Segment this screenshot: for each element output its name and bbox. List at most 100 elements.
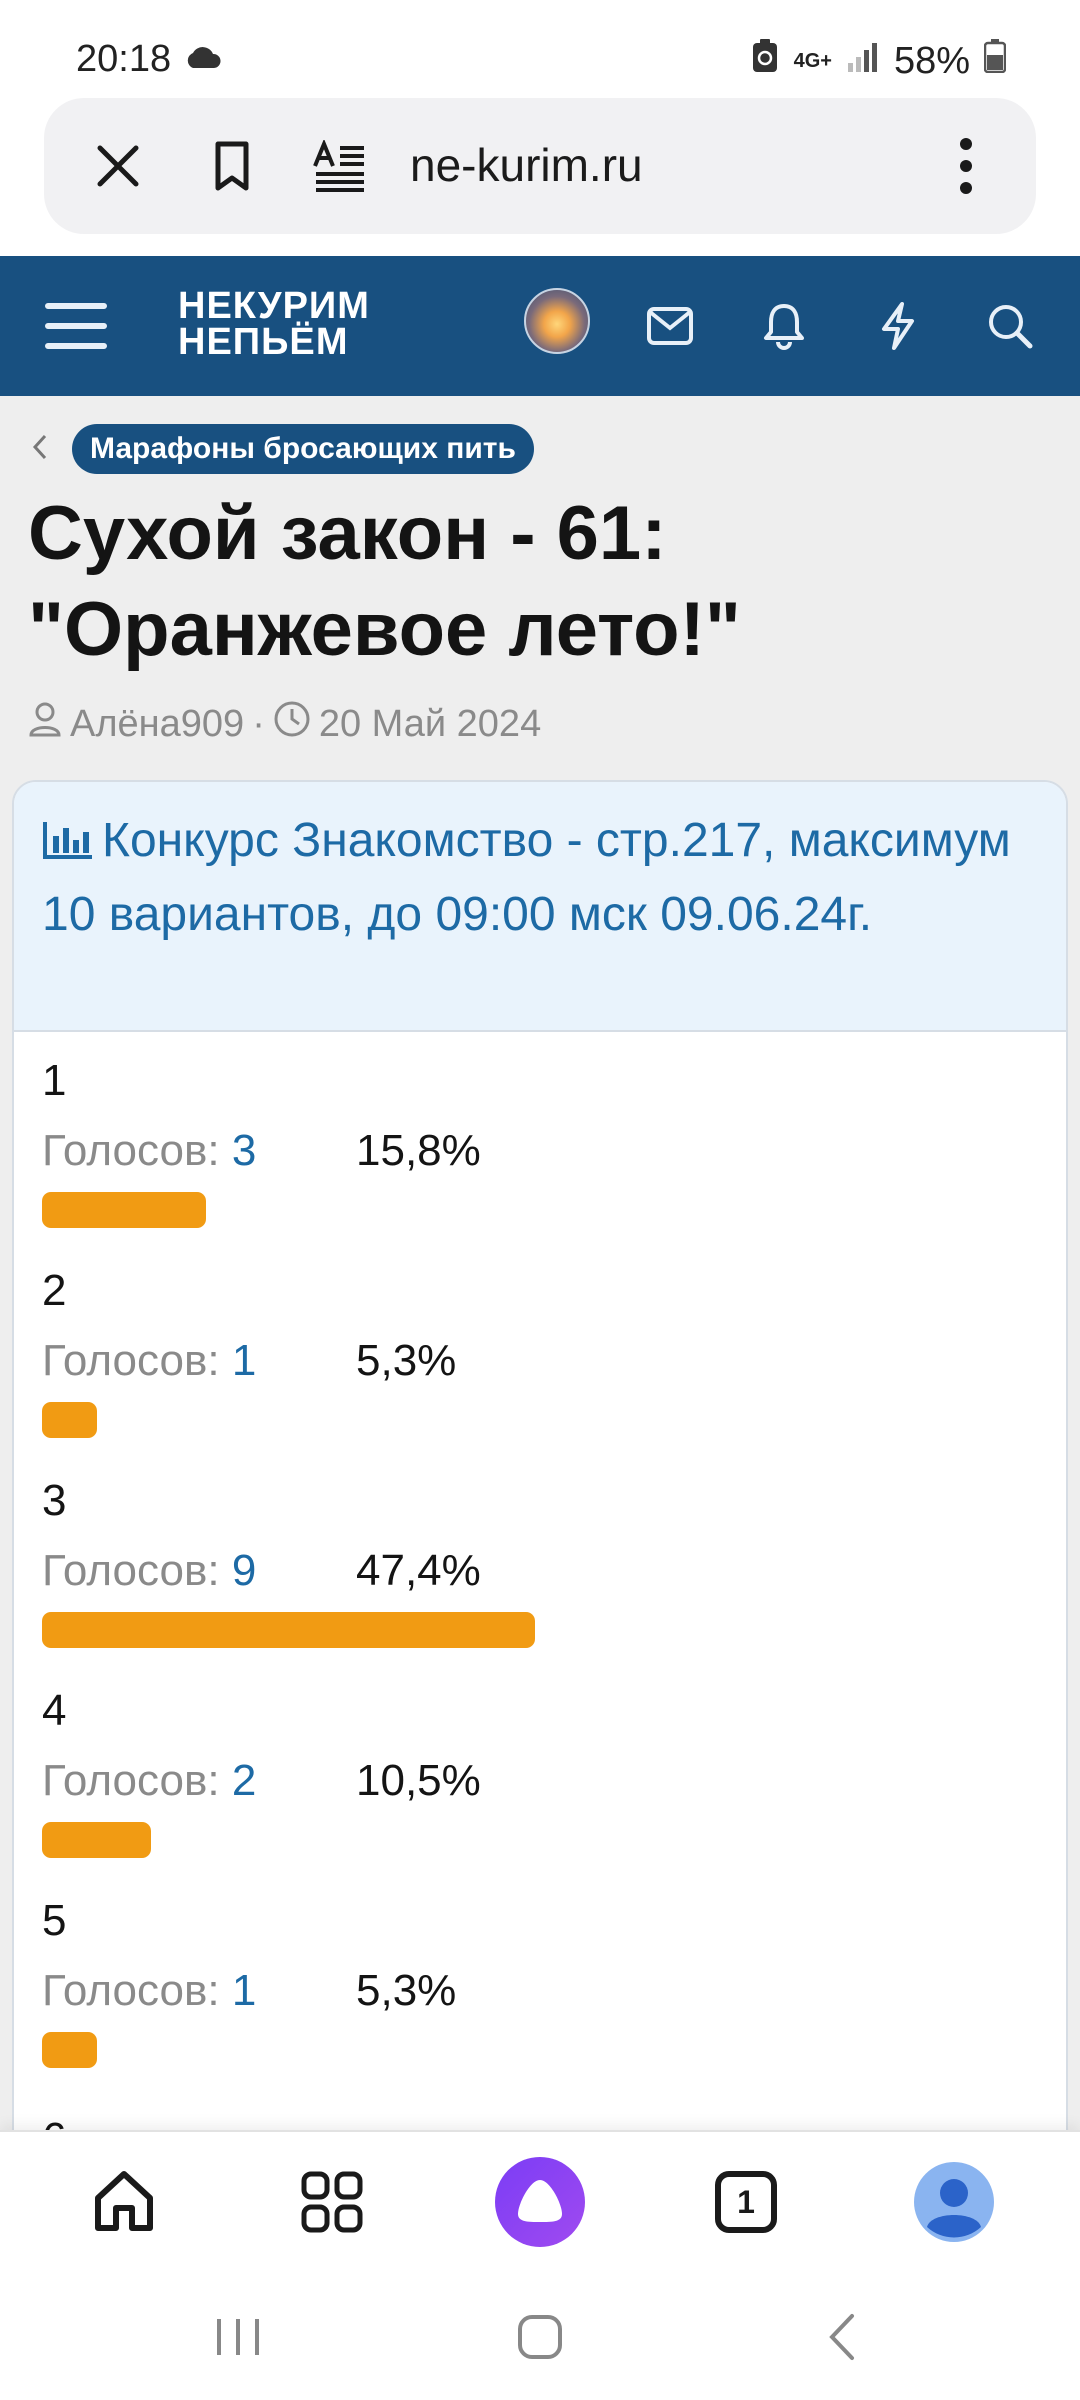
- votes-count[interactable]: 9: [232, 1546, 256, 1595]
- poll-option-bar: [42, 1402, 97, 1438]
- user-avatar[interactable]: [524, 288, 590, 354]
- profile-avatar-icon: [914, 2162, 994, 2242]
- grid-icon: [301, 2171, 363, 2233]
- system-navigation-bar: [0, 2270, 1080, 2400]
- profile-button[interactable]: [904, 2152, 1004, 2252]
- votes-count[interactable]: 1: [232, 1966, 256, 2015]
- recent-apps-icon: [217, 2319, 259, 2355]
- system-back-button[interactable]: [802, 2302, 882, 2372]
- votes-label: Голосов:: [42, 1756, 220, 1805]
- system-home-icon: [518, 2315, 562, 2359]
- poll-option-percent: 5,3%: [356, 1966, 457, 2015]
- poll-option-bar: [42, 1612, 535, 1648]
- mail-icon: [647, 307, 693, 345]
- battery-icon: [983, 39, 1007, 83]
- poll-option-percent: 47,4%: [356, 1546, 481, 1595]
- poll-option-percent: 5,3%: [356, 1336, 457, 1385]
- poll-title: Конкурс Знакомство - стр.217, максимум 1…: [42, 806, 1038, 950]
- thread-author[interactable]: Алёна909: [70, 703, 244, 746]
- votes-count[interactable]: 3: [232, 1126, 256, 1175]
- recent-apps-button[interactable]: [198, 2302, 278, 2372]
- url-text[interactable]: ne-kurim.ru: [410, 138, 643, 192]
- status-bar: 20:18 4G+ 58%: [0, 0, 1080, 96]
- votes-label: Голосов:: [42, 1546, 220, 1595]
- votes-count[interactable]: 2: [232, 1756, 256, 1805]
- poll-header: Конкурс Знакомство - стр.217, максимум 1…: [14, 782, 1066, 1032]
- browser-menu-button[interactable]: [934, 134, 998, 198]
- hamburger-icon: [45, 303, 107, 349]
- poll-chart-icon: [42, 810, 94, 880]
- breadcrumb: Марафоны бросающих пить: [30, 424, 534, 474]
- lightning-icon: [882, 302, 914, 350]
- thread-title-line-1: Сухой закон - 61:: [28, 491, 667, 576]
- votes-count[interactable]: 1: [232, 1336, 256, 1385]
- network-type-label: 4G+: [793, 50, 832, 72]
- poll-block: Конкурс Знакомство - стр.217, максимум 1…: [12, 780, 1068, 2180]
- clock-icon: [273, 700, 311, 748]
- close-tab-button[interactable]: [86, 134, 150, 198]
- cloud-icon: [184, 46, 222, 75]
- bookmark-icon: [215, 141, 249, 191]
- poll-option-bar: [42, 2032, 97, 2068]
- chevron-left-icon[interactable]: [30, 432, 50, 467]
- close-icon: [97, 145, 139, 187]
- signal-icon: [846, 40, 880, 83]
- poll-option-label: 4: [42, 1686, 67, 1735]
- poll-option-label: 1: [42, 1056, 67, 1105]
- status-indicators: 4G+ 58%: [750, 38, 1007, 84]
- home-button[interactable]: [74, 2152, 174, 2252]
- bookmark-button[interactable]: [200, 134, 264, 198]
- alice-icon: [495, 2157, 585, 2247]
- search-button[interactable]: [978, 294, 1042, 358]
- browser-address-bar: ne-kurim.ru: [44, 98, 1036, 234]
- poll-option: 4 Голосов: 2 10,5%: [42, 1662, 1038, 1872]
- logo-line-1: НЕКУРИМ: [178, 285, 370, 327]
- meta-separator: ·: [252, 702, 265, 745]
- tabs-button[interactable]: 1: [696, 2152, 796, 2252]
- poll-option: 5 Голосов: 1 5,3%: [42, 1872, 1038, 2082]
- notifications-button[interactable]: [752, 294, 816, 358]
- whats-new-button[interactable]: [866, 294, 930, 358]
- poll-option-label: 5: [42, 1896, 67, 1945]
- poll-option-label: 2: [42, 1266, 67, 1315]
- poll-option: 1 Голосов: 3 15,8%: [42, 1032, 1038, 1242]
- poll-option-percent: 10,5%: [356, 1756, 481, 1805]
- poll-title-text: Конкурс Знакомство - стр.217, максимум 1…: [42, 814, 1011, 941]
- poll-option-votes: Голосов: 9: [42, 1546, 256, 1596]
- user-icon: [28, 701, 62, 747]
- poll-option: 2 Голосов: 1 5,3%: [42, 1242, 1038, 1452]
- logo-line-2: НЕПЬЁМ: [178, 321, 349, 363]
- tabs-count: 1: [715, 2171, 777, 2233]
- thread-title-line-2: "Оранжевое лето!": [28, 587, 741, 672]
- battery-level: 58%: [893, 39, 970, 82]
- poll-option-percent: 15,8%: [356, 1126, 481, 1175]
- votes-label: Голосов:: [42, 1336, 220, 1385]
- reader-mode-icon: [313, 140, 364, 192]
- poll-option-votes: Голосов: 1: [42, 1966, 256, 2016]
- search-icon: [989, 305, 1033, 349]
- votes-label: Голосов:: [42, 1966, 220, 2015]
- reader-mode-button[interactable]: [308, 134, 372, 198]
- poll-option-bar: [42, 1822, 151, 1858]
- votes-label: Голосов:: [42, 1126, 220, 1175]
- messages-button[interactable]: [638, 294, 702, 358]
- breadcrumb-category[interactable]: Марафоны бросающих пить: [72, 424, 534, 474]
- menu-button[interactable]: [44, 294, 108, 358]
- bell-icon: [764, 304, 804, 350]
- services-button[interactable]: [282, 2152, 382, 2252]
- thread-date[interactable]: 20 Май 2024: [319, 703, 541, 746]
- home-icon: [95, 2171, 153, 2231]
- back-icon: [829, 2314, 854, 2360]
- site-logo[interactable]: НЕКУРИМ НЕПЬЁМ: [178, 285, 370, 363]
- poll-option-bar: [42, 1192, 206, 1228]
- browser-bottom-nav: 1: [0, 2130, 1080, 2270]
- poll-option-label: 3: [42, 1476, 67, 1525]
- battery-saver-icon: [750, 38, 780, 84]
- poll-option-votes: Голосов: 3: [42, 1126, 256, 1176]
- alice-assistant-button[interactable]: [490, 2152, 590, 2252]
- more-vertical-icon: [960, 138, 972, 194]
- poll-options: 1 Голосов: 3 15,8% 2 Голосов: 1 5,3% 3 Голосов:…: [14, 1032, 1066, 2163]
- status-time: 20:18: [76, 38, 172, 80]
- poll-option: 3 Голосов: 9 47,4%: [42, 1452, 1038, 1662]
- system-home-button[interactable]: [500, 2302, 580, 2372]
